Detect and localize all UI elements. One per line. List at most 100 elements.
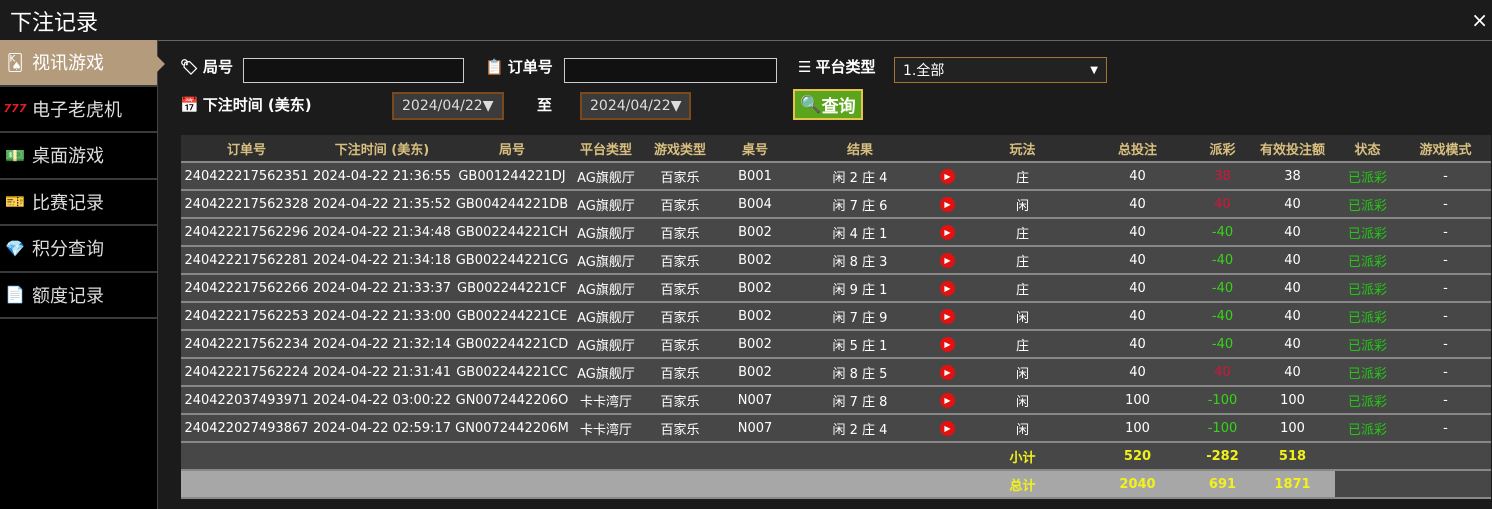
table-cell: B002: [720, 274, 790, 303]
sidebar-item-label: 桌面游戏: [32, 146, 104, 168]
table-cell: 闲 4 庄 1: [790, 218, 930, 247]
table-cell: 已派彩: [1335, 274, 1400, 303]
empty-cell: [930, 442, 965, 471]
date-to-picker[interactable]: 2024/04/22▼: [580, 92, 691, 120]
table-cell: 40: [1250, 218, 1335, 247]
table-row: 240422217562351 2024-04-22 21:36:55 GB0012…: [181, 162, 1491, 191]
play-icon[interactable]: ▶: [940, 168, 955, 184]
table-cell: B002: [720, 246, 790, 275]
table-cell: 闲: [965, 190, 1080, 219]
table-cell: AG旗舰厅: [572, 274, 640, 303]
ticket-icon: 🎫: [5, 192, 25, 212]
table-row: 240422217562328 2024-04-22 21:35:52 GB0042…: [181, 190, 1491, 219]
table-cell: 百家乐: [640, 358, 720, 387]
table-cell: 百家乐: [640, 274, 720, 303]
table-cell: 百家乐: [640, 302, 720, 331]
play-icon[interactable]: ▶: [940, 364, 955, 380]
sidebar-item-diamond[interactable]: 💎 积分查询: [0, 226, 157, 273]
table-cell: AG旗舰厅: [572, 358, 640, 387]
play-icon[interactable]: ▶: [940, 224, 955, 240]
play-icon[interactable]: ▶: [940, 196, 955, 212]
table-cell: 38: [1250, 162, 1335, 191]
server-icon: ☰: [798, 57, 812, 76]
table-cell: 40: [1080, 218, 1195, 247]
close-button[interactable]: ×: [1471, 8, 1488, 32]
table-cell: 2024-04-22 21:36:55: [312, 162, 452, 191]
round-input[interactable]: [243, 58, 464, 83]
empty-cell: [640, 470, 720, 499]
table-cell: B002: [720, 218, 790, 247]
table-cell: B001: [720, 162, 790, 191]
column-header: 玩法: [965, 135, 1080, 163]
table-cell: 40: [1080, 162, 1195, 191]
column-header: 下注时间 (美东): [312, 135, 452, 163]
table-cell: 闲: [965, 302, 1080, 331]
table-cell: 38: [1195, 162, 1250, 191]
play-icon[interactable]: ▶: [940, 280, 955, 296]
sidebar-item-document[interactable]: 📄 额度记录: [0, 273, 157, 319]
table-cell: GB001244221DJ: [452, 162, 572, 191]
table-cell: 闲 8 庄 3: [790, 246, 930, 275]
sidebar-item-money[interactable]: 💵 桌面游戏: [0, 133, 157, 180]
total-payout: 691: [1195, 470, 1250, 499]
table-cell: 闲 2 庄 4: [790, 414, 930, 443]
table-cell: 已派彩: [1335, 414, 1400, 443]
table-cell: AG旗舰厅: [572, 190, 640, 219]
column-header: 局号: [452, 135, 572, 163]
table-cell: 百家乐: [640, 190, 720, 219]
table-row: 240422027493867 2024-04-22 02:59:17 GN0072…: [181, 414, 1491, 443]
query-button[interactable]: 🔍 查询: [793, 89, 863, 120]
play-icon[interactable]: ▶: [940, 392, 955, 408]
table-cell: -: [1400, 302, 1491, 331]
table-cell: AG旗舰厅: [572, 246, 640, 275]
table-cell: 已派彩: [1335, 162, 1400, 191]
clipboard-icon: 📋: [485, 57, 504, 76]
table-cell: 240422217562328: [181, 190, 312, 219]
table-cell: GN0072442206M: [452, 414, 572, 443]
subtotal-valid: 518: [1250, 442, 1335, 471]
replay-cell: ▶: [930, 302, 965, 331]
tag-icon: 🏷: [180, 57, 200, 76]
play-icon[interactable]: ▶: [940, 308, 955, 324]
table-cell: 40: [1080, 358, 1195, 387]
table-cell: 2024-04-22 21:31:41: [312, 358, 452, 387]
table-cell: 闲 2 庄 4: [790, 162, 930, 191]
column-header: 订单号: [181, 135, 312, 163]
table-cell: 100: [1080, 386, 1195, 415]
column-header: 派彩: [1195, 135, 1250, 163]
empty-cell: [720, 442, 790, 471]
table-row: 240422217562281 2024-04-22 21:34:18 GB0022…: [181, 246, 1491, 275]
sidebar-item-cards[interactable]: 🂮 视讯游戏: [0, 40, 165, 87]
table-cell: 已派彩: [1335, 190, 1400, 219]
play-icon[interactable]: ▶: [940, 420, 955, 436]
round-label-text: 局号: [203, 58, 234, 76]
time-label: 📅 下注时间 (美东): [180, 94, 312, 115]
platform-select[interactable]: 1.全部 ▼: [894, 57, 1107, 83]
table-cell: 40: [1250, 274, 1335, 303]
play-icon[interactable]: ▶: [940, 252, 955, 268]
table-cell: 2024-04-22 03:00:22: [312, 386, 452, 415]
play-icon[interactable]: ▶: [940, 336, 955, 352]
table-cell: -: [1400, 274, 1491, 303]
table-cell: 百家乐: [640, 218, 720, 247]
total-valid: 1871: [1250, 470, 1335, 499]
empty-cell: [640, 442, 720, 471]
sidebar-item-ticket[interactable]: 🎫 比赛记录: [0, 180, 157, 226]
table-cell: 40: [1080, 190, 1195, 219]
order-label-text: 订单号: [507, 58, 553, 76]
sidebar-item-slot[interactable]: 777 电子老虎机: [0, 87, 157, 133]
table-row: 240422217562253 2024-04-22 21:33:00 GB0022…: [181, 302, 1491, 331]
table-row: 240422037493971 2024-04-22 03:00:22 GN0072…: [181, 386, 1491, 415]
divider: [158, 40, 1492, 41]
cards-icon: 🂮: [6, 52, 24, 72]
empty-cell: [572, 470, 640, 499]
table-cell: GB002244221CE: [452, 302, 572, 331]
table-cell: 100: [1080, 414, 1195, 443]
table-cell: 百家乐: [640, 330, 720, 359]
table-cell: GB002244221CH: [452, 218, 572, 247]
date-from-picker[interactable]: 2024/04/22▼: [392, 92, 504, 120]
order-input[interactable]: [564, 58, 777, 83]
table-cell: 240422027493867: [181, 414, 312, 443]
table-cell: -: [1400, 414, 1491, 443]
subtotal-payout: -282: [1195, 442, 1250, 471]
